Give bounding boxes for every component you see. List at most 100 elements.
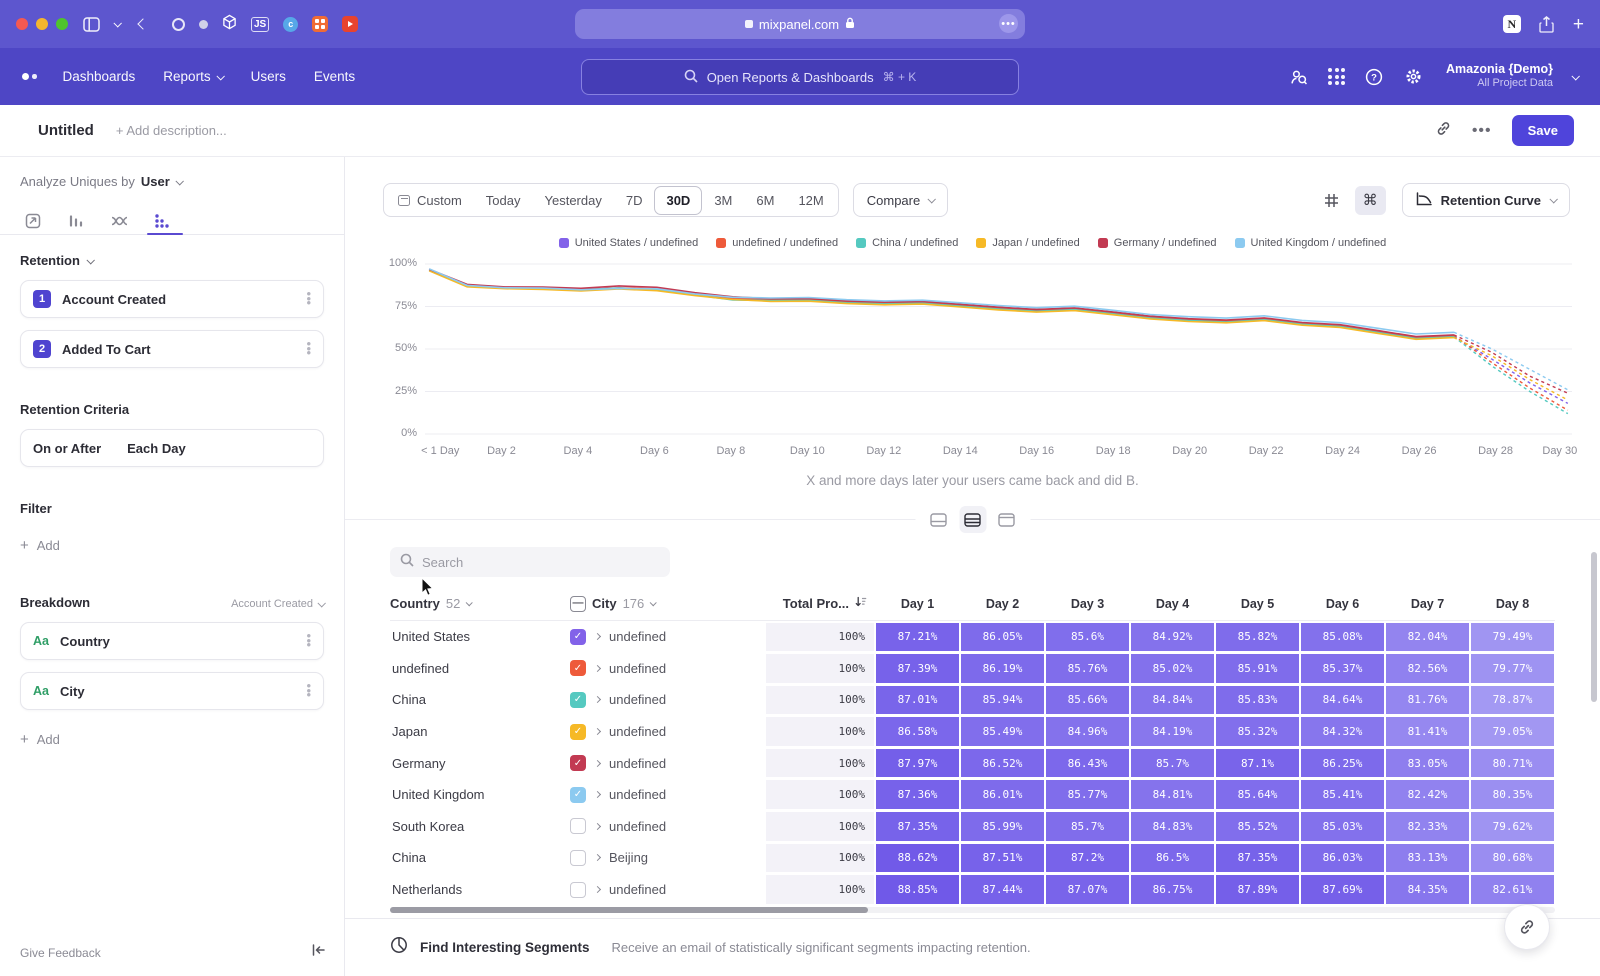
cell-day-4[interactable]: 85.7% [1131, 749, 1214, 778]
city-label[interactable]: undefined [609, 692, 666, 707]
step-event-name[interactable]: Added To Cart [62, 342, 151, 357]
settings-gear-icon[interactable] [1403, 67, 1423, 87]
cell-day-6[interactable]: 86.25% [1301, 749, 1384, 778]
cell-day-4[interactable]: 84.84% [1131, 686, 1214, 715]
legend-item[interactable]: United Kingdom / undefined [1235, 237, 1387, 249]
step-options-icon[interactable]: ••• [306, 292, 311, 306]
extension-mixpanel-icon[interactable] [312, 16, 328, 32]
tab-retention[interactable] [153, 208, 171, 234]
cell-day-1[interactable]: 86.58% [876, 717, 959, 746]
range-today[interactable]: Today [474, 186, 533, 215]
cell-day-7[interactable]: 81.76% [1386, 686, 1469, 715]
cell-day-6[interactable]: 84.32% [1301, 717, 1384, 746]
cell-day-8[interactable]: 79.77% [1471, 654, 1554, 683]
cell-country[interactable]: Germany [390, 756, 570, 771]
range-7d[interactable]: 7D [614, 186, 655, 215]
cell-day-6[interactable]: 85.41% [1301, 780, 1384, 809]
extension-dot-icon[interactable] [199, 20, 208, 29]
cell-country[interactable]: undefined [390, 661, 570, 676]
cell-day-1[interactable]: 87.97% [876, 749, 959, 778]
extension-blue-icon[interactable]: c [283, 17, 298, 32]
breakdown-property-name[interactable]: Country [60, 634, 110, 649]
cell-country[interactable]: Netherlands [390, 882, 570, 897]
cell-day-7[interactable]: 82.33% [1386, 812, 1469, 841]
mixpanel-logo[interactable] [22, 73, 37, 80]
expand-row-icon[interactable] [594, 791, 601, 798]
back-icon[interactable] [133, 14, 153, 34]
breakdown-options-icon[interactable]: ••• [306, 684, 311, 698]
analyze-value[interactable]: User [141, 174, 170, 189]
help-icon[interactable]: ? [1364, 67, 1384, 87]
notion-icon[interactable]: N [1503, 15, 1521, 33]
cell-day-8[interactable]: 80.35% [1471, 780, 1554, 809]
traffic-lights[interactable] [16, 18, 68, 30]
view-chart-and-table-icon[interactable] [959, 506, 986, 533]
cell-day-8[interactable]: 79.62% [1471, 812, 1554, 841]
expand-row-icon[interactable] [594, 665, 601, 672]
cell-day-6[interactable]: 85.08% [1301, 623, 1384, 652]
city-label[interactable]: undefined [609, 756, 666, 771]
cell-country[interactable]: China [390, 850, 570, 865]
range-3m[interactable]: 3M [702, 186, 744, 215]
legend-item[interactable]: China / undefined [856, 237, 958, 249]
retention-section-header[interactable]: Retention [20, 253, 324, 268]
table-horizontal-scrollbar[interactable] [390, 907, 1555, 913]
cell-day-7[interactable]: 84.35% [1386, 875, 1469, 904]
breakdown-country[interactable]: Aa Country ••• [20, 622, 324, 660]
url-options-icon[interactable]: ••• [999, 14, 1018, 33]
column-header-city[interactable]: — City 176 [570, 596, 765, 612]
maximize-window-icon[interactable] [56, 18, 68, 30]
city-label[interactable]: Beijing [609, 850, 648, 865]
legend-item[interactable]: United States / undefined [559, 237, 699, 249]
row-checkbox-unchecked[interactable] [570, 882, 586, 898]
cell-day-1[interactable]: 87.39% [876, 654, 959, 683]
cell-day-4[interactable]: 84.83% [1131, 812, 1214, 841]
cell-day-8[interactable]: 82.61% [1471, 875, 1554, 904]
copy-link-icon[interactable] [1435, 120, 1452, 142]
column-header-day-6[interactable]: Day 6 [1300, 597, 1385, 611]
nav-item-dashboards[interactable]: Dashboards [63, 69, 136, 84]
browser-sidebar-toggle-icon[interactable] [81, 14, 101, 34]
column-header-total[interactable]: Total Pro... [765, 596, 875, 611]
column-header-day-5[interactable]: Day 5 [1215, 597, 1300, 611]
column-header-day-1[interactable]: Day 1 [875, 597, 960, 611]
cell-day-1[interactable]: 87.36% [876, 780, 959, 809]
give-feedback-link[interactable]: Give Feedback [20, 946, 101, 960]
collapse-sidebar-icon[interactable] [311, 943, 326, 962]
cell-day-2[interactable]: 86.19% [961, 654, 1044, 683]
cell-day-5[interactable]: 87.1% [1216, 749, 1299, 778]
apps-grid-icon[interactable] [1328, 68, 1345, 85]
cell-day-7[interactable]: 81.41% [1386, 717, 1469, 746]
expand-row-icon[interactable] [594, 854, 601, 861]
cell-day-2[interactable]: 86.01% [961, 780, 1044, 809]
row-checkbox-checked[interactable]: ✓ [570, 629, 586, 645]
row-checkbox-unchecked[interactable] [570, 850, 586, 866]
column-header-day-2[interactable]: Day 2 [960, 597, 1045, 611]
range-30d[interactable]: 30D [654, 186, 702, 215]
extension-video-icon[interactable] [342, 16, 358, 32]
cell-day-4[interactable]: 84.92% [1131, 623, 1214, 652]
annotations-icon[interactable] [1316, 186, 1347, 215]
retention-step-1[interactable]: 1 Account Created ••• [20, 280, 324, 318]
project-selector[interactable]: Amazonia {Demo} All Project Data [1446, 62, 1553, 91]
cell-day-4[interactable]: 86.75% [1131, 875, 1214, 904]
column-header-day-4[interactable]: Day 4 [1130, 597, 1215, 611]
range-custom[interactable]: Custom [386, 186, 474, 215]
user-search-icon[interactable] [1289, 67, 1309, 87]
row-checkbox-checked[interactable]: ✓ [570, 755, 586, 771]
cell-day-3[interactable]: 85.66% [1046, 686, 1129, 715]
cell-day-1[interactable]: 87.01% [876, 686, 959, 715]
cell-day-1[interactable]: 88.85% [876, 875, 959, 904]
cell-day-3[interactable]: 85.7% [1046, 812, 1129, 841]
cell-day-3[interactable]: 85.76% [1046, 654, 1129, 683]
cell-day-4[interactable]: 84.81% [1131, 780, 1214, 809]
step-event-name[interactable]: Account Created [62, 292, 166, 307]
range-12m[interactable]: 12M [786, 186, 835, 215]
cell-country[interactable]: United States [390, 629, 570, 644]
row-checkbox-checked[interactable]: ✓ [570, 724, 586, 740]
city-label[interactable]: undefined [609, 882, 666, 897]
cell-day-6[interactable]: 86.03% [1301, 844, 1384, 873]
cell-day-5[interactable]: 85.32% [1216, 717, 1299, 746]
view-table-only-icon[interactable] [993, 506, 1020, 533]
legend-item[interactable]: Japan / undefined [976, 237, 1079, 249]
